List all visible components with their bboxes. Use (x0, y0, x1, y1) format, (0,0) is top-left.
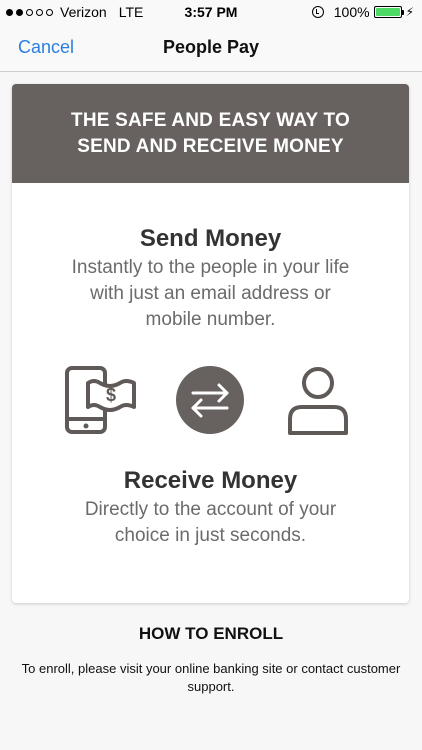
description-line: choice in just seconds. (114, 525, 307, 546)
transfer-arrows-icon (175, 365, 245, 440)
cancel-button[interactable]: Cancel (18, 37, 74, 58)
description-line: with just an email address or (90, 283, 331, 304)
enroll-heading: HOW TO ENROLL (138, 624, 284, 643)
header-line: THE SAFE AND EASY WAY TO (71, 109, 350, 131)
receive-money-description: Directly to the account of your choice i… (12, 497, 409, 549)
card-header: THE SAFE AND EASY WAY TO SEND AND RECEIV… (12, 84, 409, 183)
charging-bolt-icon: ⚡︎ (405, 5, 414, 19)
rotation-lock-icon (311, 6, 324, 18)
description-line: mobile number. (145, 309, 276, 330)
icons-row: $ (12, 365, 409, 455)
description-line: Instantly to the people in your life (71, 257, 350, 278)
svg-text:$: $ (106, 385, 116, 405)
person-icon (287, 365, 349, 440)
status-bar: Verizon LTE 3:57 PM 100% ⚡︎ (0, 0, 422, 24)
navigation-bar: Cancel People Pay (0, 24, 422, 72)
status-right: 100% ⚡︎ (311, 4, 414, 20)
header-line: SEND AND RECEIVE MONEY (77, 135, 344, 157)
battery-fill (375, 8, 400, 16)
send-money-title: Send Money (139, 225, 282, 252)
battery-percent: 100% (333, 4, 370, 20)
battery-icon (373, 6, 404, 18)
enroll-instructions: To enroll, please visit your online bank… (21, 661, 401, 694)
receive-money-title: Receive Money (123, 467, 298, 494)
description-line: Directly to the account of your (84, 499, 337, 520)
phone-money-icon: $ (64, 365, 138, 442)
info-card: THE SAFE AND EASY WAY TO SEND AND RECEIV… (12, 84, 409, 603)
send-money-description: Instantly to the people in your life wit… (12, 255, 409, 333)
